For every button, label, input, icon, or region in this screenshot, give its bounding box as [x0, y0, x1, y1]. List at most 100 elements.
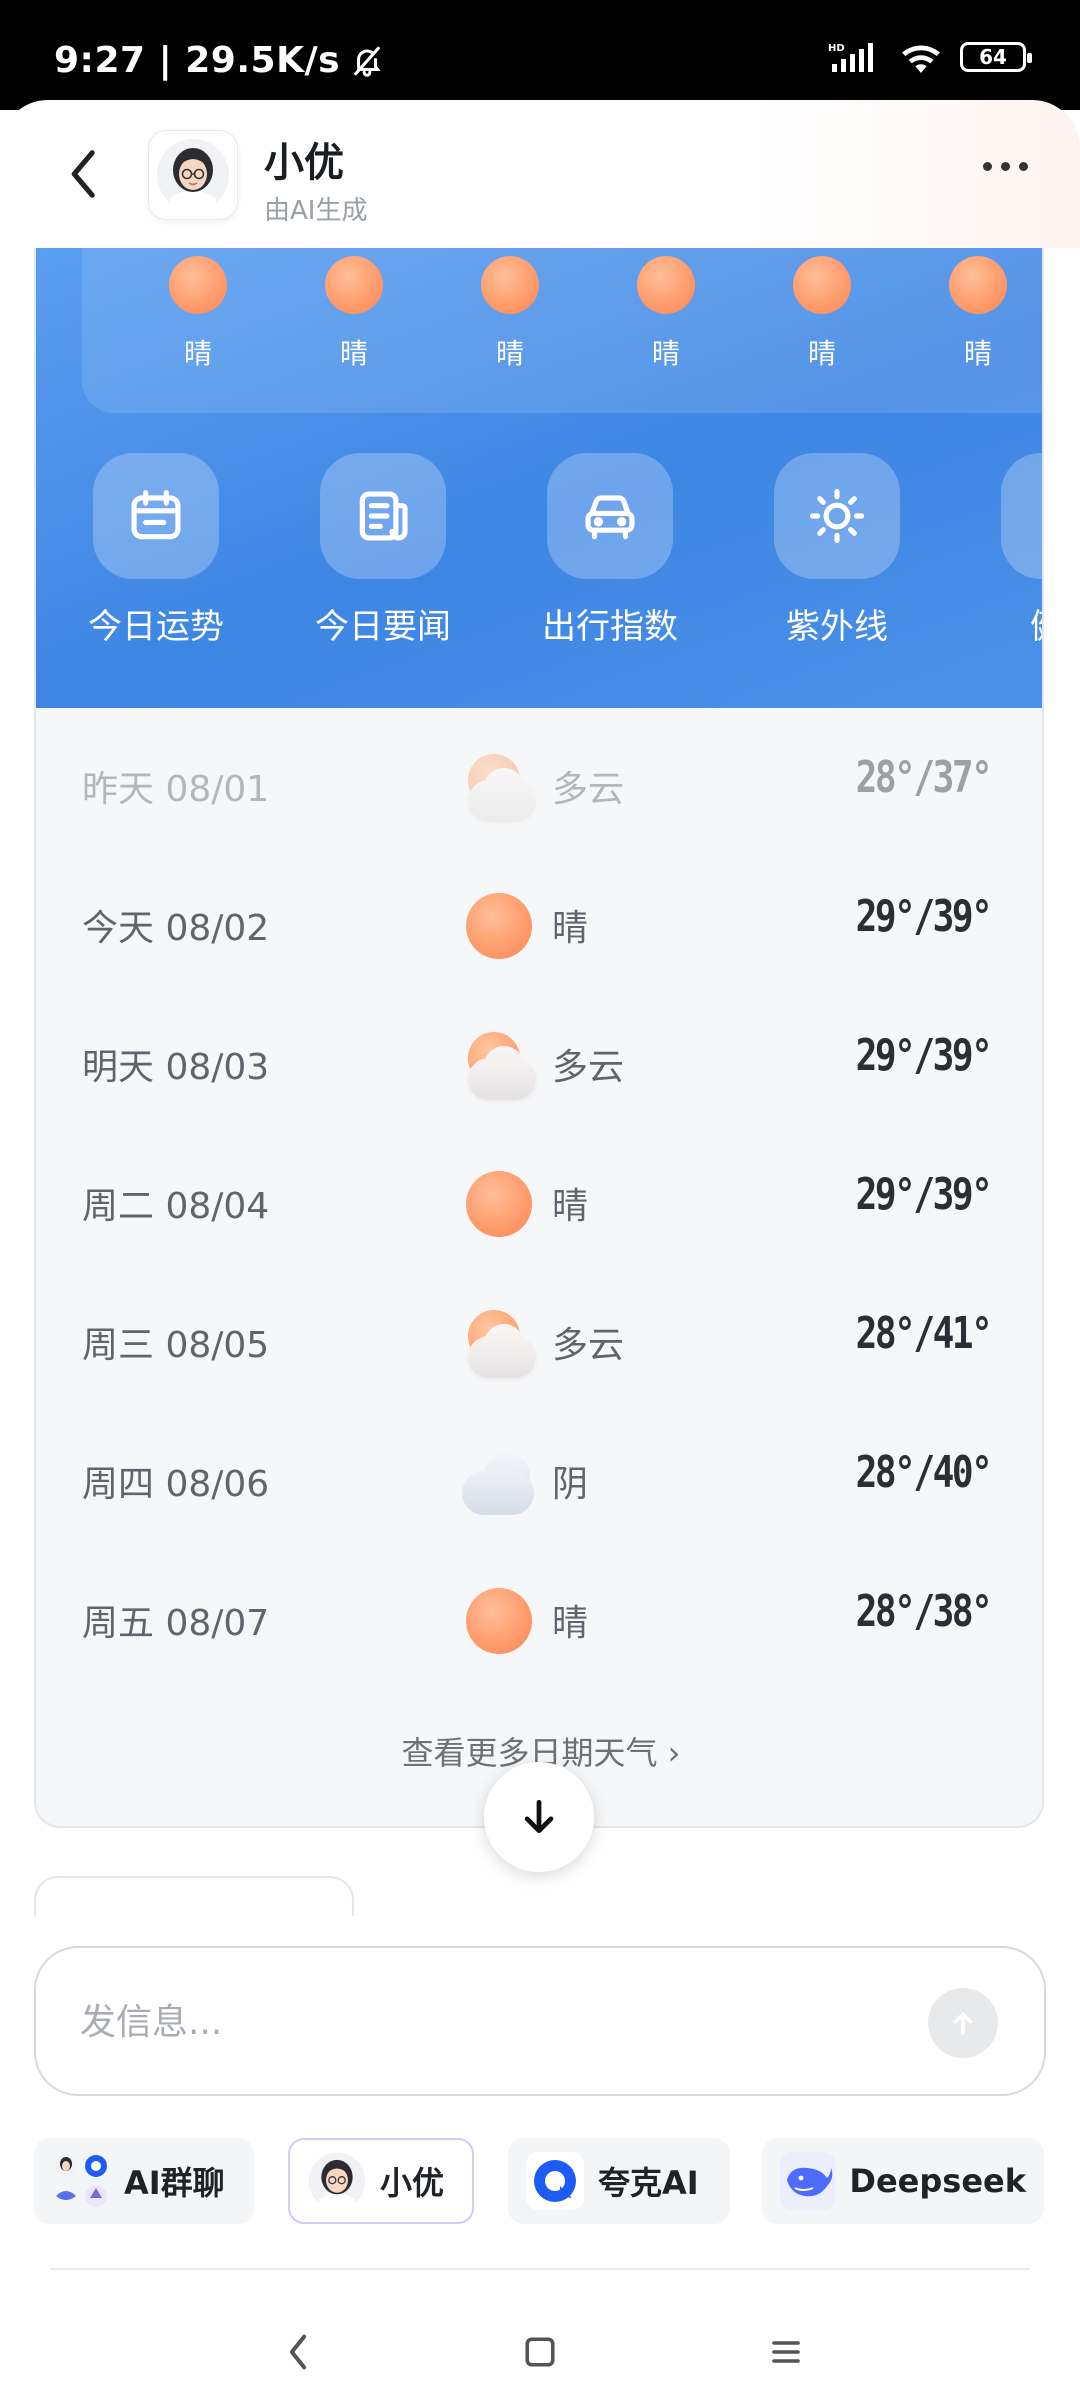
- cloud-sun-icon: [462, 1306, 536, 1378]
- status-bar: 9:27 | 29.5K/s HD 64: [0, 0, 1080, 110]
- forecast-condition: 多云: [552, 1047, 625, 1088]
- forecast-row[interactable]: 周五 08/07 晴 28°/38°: [36, 1550, 1042, 1688]
- chip-label: AI群聊: [124, 2164, 225, 2202]
- service-shortcuts: 今日运势 今日要闻 出行指数 紫外线: [36, 453, 1042, 653]
- hourly-item: 晴: [158, 256, 238, 372]
- more-options-button[interactable]: [983, 162, 1028, 171]
- nav-menu-button[interactable]: [758, 2324, 814, 2380]
- message-input[interactable]: [80, 1994, 880, 2050]
- service-health[interactable]: 健康: [964, 453, 1042, 648]
- forecast-row[interactable]: 昨天 08/01 多云 28°/37°: [36, 716, 1042, 854]
- forecast-temp: 29°/39°: [855, 891, 992, 942]
- hourly-condition: 晴: [651, 337, 680, 370]
- avatar-girl-icon: [157, 139, 229, 212]
- forecast-row[interactable]: 周四 08/06 阴 28°/40°: [36, 1411, 1042, 1549]
- assistant-chips: AI群聊 小优 夸克AI Deepseek: [34, 2138, 1080, 2224]
- send-button[interactable]: [928, 1988, 998, 2058]
- cloud-sun-icon: [462, 750, 536, 822]
- hourly-condition: 晴: [339, 337, 368, 370]
- status-right: HD 64: [828, 40, 1032, 74]
- dot-icon: [1001, 162, 1010, 171]
- divider: [50, 2268, 1030, 2270]
- scroll-down-button[interactable]: [484, 1762, 594, 1872]
- sun-icon: [793, 256, 851, 314]
- forecast-condition: 晴: [552, 1603, 589, 1644]
- forecast-temp: 29°/39°: [855, 1030, 992, 1081]
- forecast-row[interactable]: 周二 08/04 晴 29°/39°: [36, 1133, 1042, 1271]
- sun-icon: [774, 453, 900, 579]
- chip-xiaoyou[interactable]: 小优: [288, 2138, 474, 2224]
- forecast-row[interactable]: 今天 08/02 晴 29°/39°: [36, 855, 1042, 993]
- service-news[interactable]: 今日要闻: [283, 453, 483, 648]
- weather-card: 晴 晴 晴 晴 晴 晴 今日运势 今日要闻 出行指数 紫外线 昨天 08/01 …: [34, 248, 1044, 1828]
- service-travel[interactable]: 出行指数: [510, 453, 710, 648]
- forecast-condition: 晴: [552, 908, 589, 949]
- service-label: 今日运势: [88, 607, 224, 647]
- avatar[interactable]: [148, 130, 238, 220]
- forecast-condition: 晴: [552, 1186, 589, 1227]
- service-label: 出行指数: [542, 607, 678, 647]
- forecast-temp: 29°/39°: [855, 1169, 992, 1220]
- hourly-item: 晴: [470, 256, 550, 372]
- arrow-down-icon: [524, 1799, 554, 1834]
- nav-back-icon: [289, 2334, 307, 2370]
- arrow-up-icon: [953, 2012, 973, 2035]
- sun-icon: [462, 889, 534, 961]
- system-nav-bar: [0, 2280, 1080, 2400]
- weather-card-top: 晴 晴 晴 晴 晴 晴 今日运势 今日要闻 出行指数 紫外线: [36, 248, 1042, 708]
- wifi-icon: [902, 45, 940, 74]
- message-input-box: [34, 1946, 1046, 2096]
- news-icon: [320, 453, 446, 579]
- chat-header: 小优 由AI生成: [0, 100, 1080, 248]
- calendar-icon: [93, 453, 219, 579]
- dot-icon: [983, 162, 992, 171]
- battery-level: 64: [979, 45, 1007, 69]
- cloud-sun-icon: [462, 1028, 536, 1100]
- hourly-condition: 晴: [807, 337, 836, 370]
- forecast-row[interactable]: 周三 08/05 多云 28°/41°: [36, 1272, 1042, 1410]
- chip-deepseek[interactable]: Deepseek: [762, 2138, 1044, 2224]
- chevron-left-icon: [71, 150, 95, 198]
- forecast-date: 周二 08/04: [82, 1186, 270, 1227]
- chip-ai-group-chat[interactable]: AI群聊: [34, 2138, 254, 2224]
- service-fortune[interactable]: 今日运势: [56, 453, 256, 648]
- nav-home-icon: [525, 2337, 555, 2367]
- hourly-item: 晴: [938, 256, 1018, 372]
- forecast-date: 周三 08/05: [82, 1325, 270, 1366]
- avatar-girl-icon: [308, 2152, 366, 2210]
- deepseek-whale-icon: [780, 2152, 836, 2210]
- service-label: 今日要闻: [315, 607, 451, 647]
- overcast-icon: [462, 1445, 534, 1517]
- nav-home-button[interactable]: [512, 2324, 568, 2380]
- forecast-temp: 28°/41°: [855, 1308, 992, 1359]
- sun-icon: [637, 256, 695, 314]
- forecast-date: 明天 08/03: [82, 1047, 270, 1088]
- page-title: 小优: [264, 140, 344, 186]
- chip-quark-ai[interactable]: 夸克AI: [508, 2138, 730, 2224]
- hourly-item: 晴: [314, 256, 394, 372]
- sun-icon: [462, 1584, 534, 1656]
- nav-back-button[interactable]: [270, 2324, 326, 2380]
- service-uv[interactable]: 紫外线: [737, 453, 937, 648]
- chip-label: 小优: [380, 2164, 445, 2202]
- sun-icon: [949, 256, 1007, 314]
- status-time-speed: 9:27 | 29.5K/s: [54, 40, 341, 81]
- forecast-temp: 28°/37°: [855, 752, 992, 803]
- group-avatars-icon: [52, 2152, 110, 2210]
- car-icon: [547, 453, 673, 579]
- dot-icon: [1019, 162, 1028, 171]
- sun-icon: [325, 256, 383, 314]
- forecast-row[interactable]: 明天 08/03 多云 29°/39°: [36, 994, 1042, 1132]
- back-button[interactable]: [54, 144, 114, 204]
- mute-bell-icon: [354, 46, 381, 77]
- forecast-condition: 多云: [552, 1325, 625, 1366]
- sun-icon: [169, 256, 227, 314]
- status-left: 9:27 | 29.5K/s: [54, 40, 384, 81]
- sun-icon: [481, 256, 539, 314]
- hourly-condition: 晴: [183, 337, 212, 370]
- forecast-date: 昨天 08/01: [82, 769, 270, 810]
- forecast-temp: 28°/38°: [855, 1586, 992, 1637]
- forecast-date: 周五 08/07: [82, 1603, 270, 1644]
- forecast-date: 周四 08/06: [82, 1464, 270, 1505]
- chip-label: Deepseek: [849, 2162, 1026, 2200]
